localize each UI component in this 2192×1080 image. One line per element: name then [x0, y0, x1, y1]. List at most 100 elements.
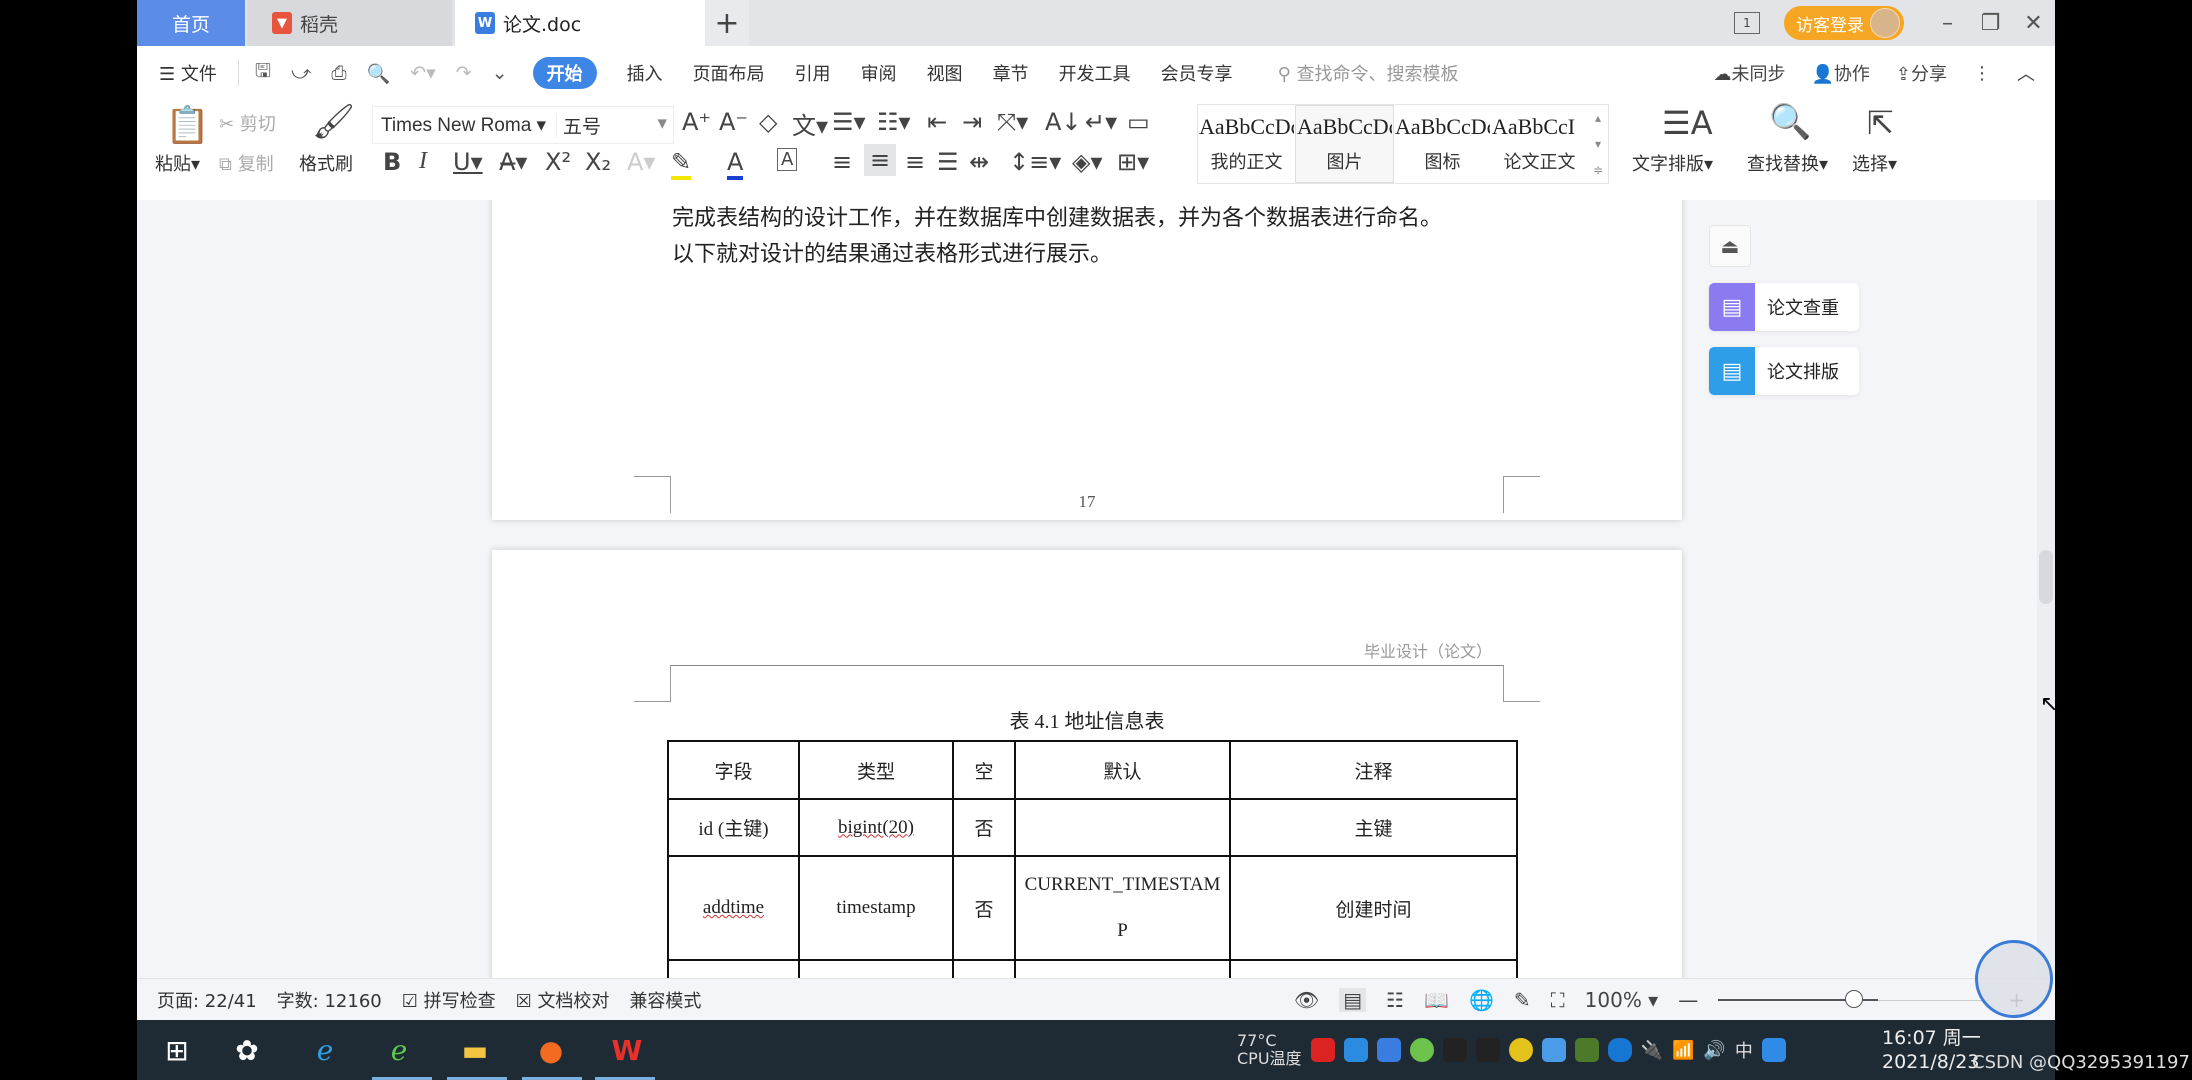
cpu-temp-widget[interactable]: 77°C CPU温度 — [1237, 1032, 1302, 1068]
font-size-select[interactable]: 五号 ▾ — [557, 112, 673, 139]
copy-button[interactable]: ⧉ 复制 — [219, 150, 274, 176]
decrease-indent-icon[interactable]: ⇤ — [927, 108, 947, 136]
file-menu[interactable]: ☰ 文件 — [159, 60, 217, 86]
wifi-icon[interactable]: 📶 — [1672, 1040, 1694, 1061]
justify-icon[interactable]: ☰ — [937, 148, 959, 176]
distribute-icon[interactable]: ⇹ — [969, 148, 989, 176]
zoom-select[interactable]: 100% ▾ — [1585, 988, 1659, 1012]
export-icon[interactable]: ⤻ — [291, 62, 311, 84]
thesis-check-button[interactable]: ▤ 论文查重 — [1709, 283, 1859, 331]
more-icon[interactable]: ⋮ — [1973, 63, 1991, 84]
new-tab-button[interactable]: + — [705, 0, 749, 46]
scrollbar-thumb[interactable] — [2039, 550, 2053, 604]
strikethrough-icon[interactable]: A̶▾ — [499, 148, 527, 176]
proofread-button[interactable]: ☒ 文档校对 — [516, 987, 610, 1013]
zoom-slider[interactable] — [1718, 990, 1989, 1008]
print-preview-icon[interactable]: 🔍 — [367, 62, 391, 85]
char-border-icon[interactable]: A — [777, 148, 798, 171]
borders-icon[interactable]: ⊞▾ — [1117, 148, 1149, 176]
document-canvas[interactable]: 完成表结构的设计工作，并在数据库中创建数据表，并为各个数据表进行命名。 以下就对… — [137, 200, 2055, 978]
menu-review[interactable]: 审阅 — [861, 60, 897, 86]
redo-icon[interactable]: ↷ — [456, 62, 472, 84]
menu-start[interactable]: 开始 — [532, 57, 597, 89]
menu-view[interactable]: 视图 — [927, 60, 963, 86]
bluetooth-icon[interactable] — [1607, 1038, 1632, 1062]
customize-chevron-icon[interactable]: ⌄ — [492, 62, 508, 84]
grow-font-icon[interactable]: A⁺ — [682, 108, 711, 136]
align-center-icon[interactable]: ≡ — [864, 144, 897, 176]
qq-icon[interactable] — [1475, 1038, 1500, 1062]
style-item[interactable]: AaBbCcDc 图标 — [1394, 105, 1491, 183]
menu-page-layout[interactable]: 页面布局 — [693, 60, 765, 86]
reading-view-icon[interactable]: 📖 — [1424, 988, 1449, 1012]
clock[interactable]: 16:07 周一 2021/8/23 — [1882, 1026, 1981, 1074]
bold-icon[interactable]: B — [383, 148, 401, 176]
page-count[interactable]: 页面: 22/41 — [157, 987, 257, 1013]
chinese-layout-icon[interactable]: ⤧▾ — [997, 108, 1028, 136]
command-search[interactable]: ⚲ 查找命令、搜索模板 — [1278, 60, 1459, 86]
nvidia-icon[interactable] — [1574, 1038, 1599, 1062]
qq-icon[interactable] — [1442, 1038, 1467, 1062]
assistant-widget[interactable] — [1975, 940, 2053, 1018]
restore-button[interactable]: ❐ — [1969, 0, 2012, 46]
sync-button[interactable]: ☁未同步 — [1713, 60, 1785, 86]
format-painter-button[interactable]: 格式刷 — [299, 150, 353, 176]
menu-chapter[interactable]: 章节 — [993, 60, 1029, 86]
italic-icon[interactable]: I — [419, 148, 427, 175]
tray-app-icon[interactable] — [1409, 1038, 1434, 1062]
internet-explorer-icon[interactable]: ℯ — [305, 1030, 345, 1070]
write-mode-icon[interactable]: ✎ — [1514, 988, 1531, 1012]
tray-app-icon[interactable] — [1761, 1038, 1786, 1062]
page-view-icon[interactable]: ▤ — [1339, 988, 1367, 1012]
font-name-select[interactable]: Times New Roma ▾ — [373, 113, 557, 137]
sort-icon[interactable]: A↓ — [1045, 108, 1082, 136]
tray-app-icon[interactable] — [1310, 1038, 1335, 1062]
fan-app-icon[interactable]: ✿ — [227, 1030, 267, 1070]
paste-icon[interactable]: 📋 — [165, 104, 210, 146]
minimize-button[interactable]: – — [1926, 0, 1969, 46]
text-layout-button[interactable]: 文字排版▾ — [1632, 150, 1713, 176]
show-marks-icon[interactable]: ↵▾ — [1085, 108, 1117, 136]
shading-icon[interactable]: ◈▾ — [1072, 148, 1103, 176]
bullet-list-icon[interactable]: ☰▾ — [832, 108, 866, 136]
subscript-icon[interactable]: X₂ — [585, 148, 611, 176]
format-painter-icon[interactable]: 🖌 — [312, 102, 355, 142]
print-icon[interactable]: ⎙ — [331, 62, 346, 84]
collaborate-button[interactable]: 👤协作 — [1811, 60, 1869, 86]
text-layout-icon[interactable]: ☰A — [1662, 104, 1713, 142]
guest-login-button[interactable]: 访客登录 — [1784, 6, 1904, 40]
pinyin-guide-icon[interactable]: 文▾ — [792, 106, 828, 141]
tab-home[interactable]: 首页 — [137, 0, 245, 46]
superscript-icon[interactable]: X² — [545, 148, 571, 176]
tray-app-icon[interactable] — [1508, 1038, 1533, 1062]
tray-app-icon[interactable] — [1541, 1038, 1566, 1062]
volume-icon[interactable]: 🔊 — [1703, 1040, 1725, 1061]
web-view-icon[interactable]: 🌐 — [1469, 988, 1494, 1012]
spell-check-button[interactable]: ☑ 拼写检查 — [402, 987, 496, 1013]
style-scroll[interactable]: ▴ ▾ ≑ — [1588, 105, 1608, 183]
outline-view-icon[interactable]: ☷ — [1386, 988, 1404, 1012]
align-right-icon[interactable]: ≡ — [905, 148, 925, 176]
clear-format-icon[interactable]: ◇ — [759, 108, 777, 136]
paste-button[interactable]: 粘贴▾ — [155, 150, 200, 176]
security-shield-icon[interactable] — [1376, 1038, 1401, 1062]
select-button[interactable]: 选择▾ — [1852, 150, 1897, 176]
ruler-icon[interactable]: ▭ — [1127, 108, 1150, 136]
file-explorer-icon[interactable]: ▬ — [455, 1030, 495, 1070]
font-color-icon[interactable]: A — [727, 148, 744, 180]
collapse-panel-button[interactable]: ⏏ — [1709, 225, 1751, 267]
style-item[interactable]: AaBbCcI 论文正文 — [1491, 105, 1588, 183]
highlight-icon[interactable]: ✎ — [671, 148, 692, 180]
menu-member[interactable]: 会员专享 — [1161, 60, 1233, 86]
increase-indent-icon[interactable]: ⇥ — [962, 108, 982, 136]
ime-indicator[interactable]: 中 — [1735, 1037, 1753, 1063]
shrink-font-icon[interactable]: A⁻ — [719, 108, 748, 136]
zoom-out-button[interactable]: — — [1678, 988, 1698, 1012]
menu-references[interactable]: 引用 — [795, 60, 831, 86]
close-button[interactable]: ✕ — [2012, 0, 2055, 46]
share-button[interactable]: ⇪分享 — [1896, 60, 1947, 86]
menu-developer[interactable]: 开发工具 — [1059, 60, 1131, 86]
browser-360-icon[interactable]: ℯ — [379, 1030, 419, 1070]
undo-icon[interactable]: ↶▾ — [410, 62, 435, 84]
numbered-list-icon[interactable]: ☷▾ — [877, 108, 911, 136]
